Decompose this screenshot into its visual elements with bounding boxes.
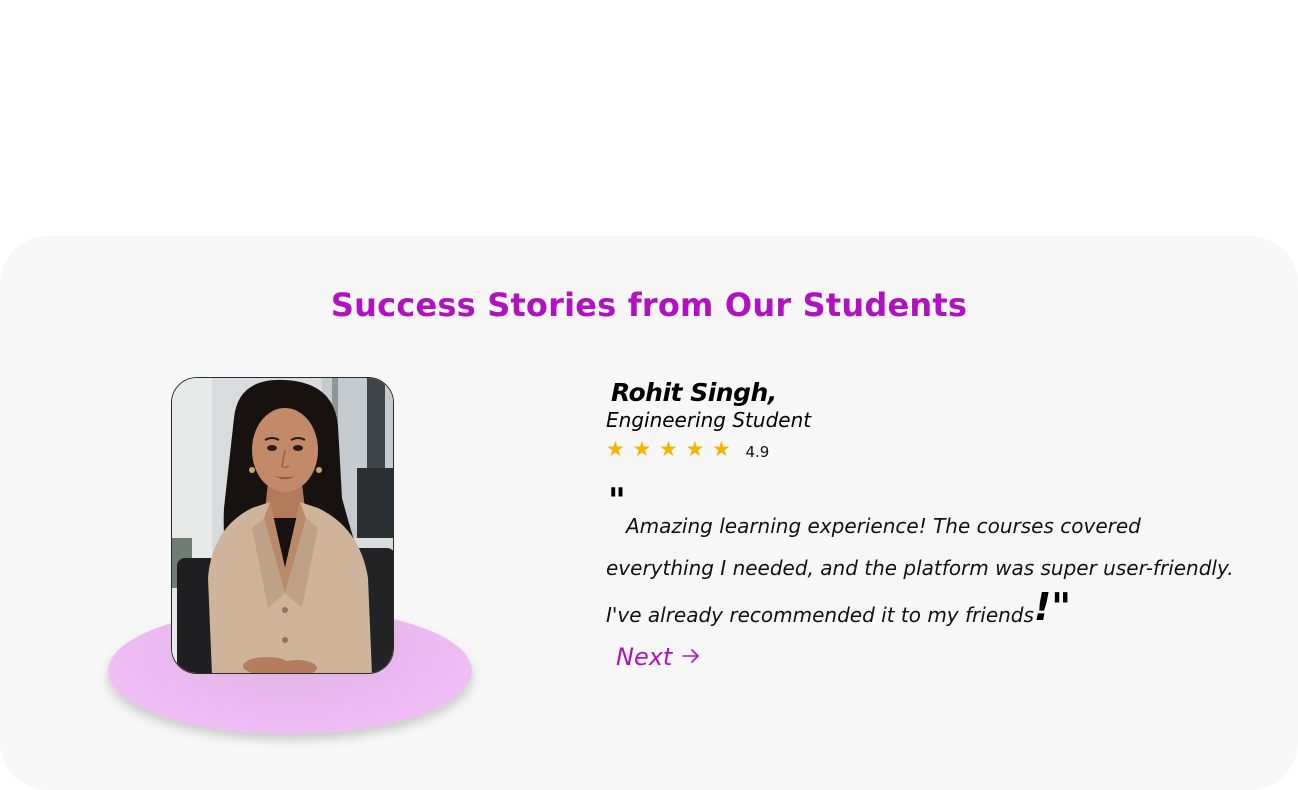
quote-body: Amazing learning experience! The courses… — [606, 514, 1234, 627]
student-name: Rohit Singh, — [611, 378, 777, 407]
quote-text: Amazing learning experience! The courses… — [606, 506, 1246, 637]
quote-close-mark: !" — [1033, 585, 1072, 629]
student-role: Engineering Student — [606, 408, 812, 432]
star-icon: ★ — [685, 438, 705, 461]
star-icon: ★ — [606, 438, 625, 461]
star-icon: ★ — [632, 438, 652, 461]
star-icon: ★ — [712, 438, 731, 461]
section-title: Success Stories from Our Students — [330, 286, 968, 324]
star-rating: ★ ★ ★ ★ ★ 4.9 — [606, 438, 769, 462]
star-icon: ★ — [659, 438, 678, 461]
rating-value: 4.9 — [745, 443, 770, 461]
testimonials-section: Success Stories from Our Students Rohit … — [0, 236, 1298, 790]
next-label: Next — [616, 643, 673, 671]
arrow-right-icon — [682, 648, 700, 668]
next-button[interactable]: Next — [616, 643, 700, 671]
student-photo — [171, 377, 394, 674]
